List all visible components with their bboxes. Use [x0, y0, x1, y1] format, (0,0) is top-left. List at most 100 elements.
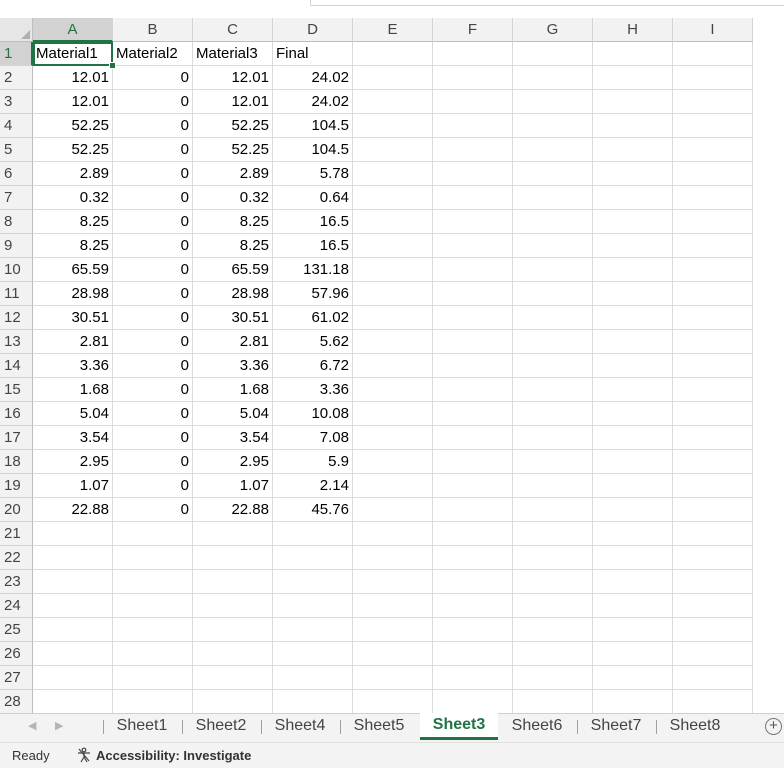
sheet-tab-sheet3[interactable]: Sheet3 — [420, 713, 498, 740]
cell-H24[interactable] — [593, 594, 673, 618]
cell-G6[interactable] — [513, 162, 593, 186]
cell-H19[interactable] — [593, 474, 673, 498]
cell-I20[interactable] — [673, 498, 753, 522]
cell-D7[interactable]: 0.64 — [273, 186, 353, 210]
cell-I19[interactable] — [673, 474, 753, 498]
cell-F16[interactable] — [433, 402, 513, 426]
cell-C23[interactable] — [193, 570, 273, 594]
row-header-6[interactable]: 6 — [0, 162, 33, 186]
cell-E10[interactable] — [353, 258, 433, 282]
cell-F14[interactable] — [433, 354, 513, 378]
cell-F17[interactable] — [433, 426, 513, 450]
row-header-7[interactable]: 7 — [0, 186, 33, 210]
cell-H12[interactable] — [593, 306, 673, 330]
cell-E20[interactable] — [353, 498, 433, 522]
cell-A11[interactable]: 28.98 — [33, 282, 113, 306]
cell-B19[interactable]: 0 — [113, 474, 193, 498]
cell-C27[interactable] — [193, 666, 273, 690]
cell-D4[interactable]: 104.5 — [273, 114, 353, 138]
cell-C8[interactable]: 8.25 — [193, 210, 273, 234]
sheet-tab-sheet5[interactable]: Sheet5 — [340, 714, 418, 740]
cell-H14[interactable] — [593, 354, 673, 378]
cell-B12[interactable]: 0 — [113, 306, 193, 330]
cell-E23[interactable] — [353, 570, 433, 594]
cell-H20[interactable] — [593, 498, 673, 522]
cell-C6[interactable]: 2.89 — [193, 162, 273, 186]
cell-H21[interactable] — [593, 522, 673, 546]
cell-E7[interactable] — [353, 186, 433, 210]
cell-H15[interactable] — [593, 378, 673, 402]
cell-H1[interactable] — [593, 42, 673, 66]
cell-E26[interactable] — [353, 642, 433, 666]
cell-B9[interactable]: 0 — [113, 234, 193, 258]
cell-F27[interactable] — [433, 666, 513, 690]
row-header-21[interactable]: 21 — [0, 522, 33, 546]
cell-A24[interactable] — [33, 594, 113, 618]
cell-G25[interactable] — [513, 618, 593, 642]
row-header-12[interactable]: 12 — [0, 306, 33, 330]
cell-H13[interactable] — [593, 330, 673, 354]
cell-A3[interactable]: 12.01 — [33, 90, 113, 114]
cell-B13[interactable]: 0 — [113, 330, 193, 354]
cell-I25[interactable] — [673, 618, 753, 642]
cell-I21[interactable] — [673, 522, 753, 546]
row-header-13[interactable]: 13 — [0, 330, 33, 354]
column-header-g[interactable]: G — [513, 18, 593, 42]
cell-I7[interactable] — [673, 186, 753, 210]
row-header-20[interactable]: 20 — [0, 498, 33, 522]
cell-G7[interactable] — [513, 186, 593, 210]
cell-D10[interactable]: 131.18 — [273, 258, 353, 282]
cell-C20[interactable]: 22.88 — [193, 498, 273, 522]
cell-A8[interactable]: 8.25 — [33, 210, 113, 234]
cell-C2[interactable]: 12.01 — [193, 66, 273, 90]
cell-I18[interactable] — [673, 450, 753, 474]
cell-E27[interactable] — [353, 666, 433, 690]
cell-D21[interactable] — [273, 522, 353, 546]
cell-G4[interactable] — [513, 114, 593, 138]
cell-A22[interactable] — [33, 546, 113, 570]
cell-D11[interactable]: 57.96 — [273, 282, 353, 306]
cell-E17[interactable] — [353, 426, 433, 450]
cell-H8[interactable] — [593, 210, 673, 234]
cell-A16[interactable]: 5.04 — [33, 402, 113, 426]
cell-F15[interactable] — [433, 378, 513, 402]
cell-D28[interactable] — [273, 690, 353, 714]
cell-F3[interactable] — [433, 90, 513, 114]
cell-C17[interactable]: 3.54 — [193, 426, 273, 450]
cell-C16[interactable]: 5.04 — [193, 402, 273, 426]
cell-G17[interactable] — [513, 426, 593, 450]
cell-C19[interactable]: 1.07 — [193, 474, 273, 498]
cell-D24[interactable] — [273, 594, 353, 618]
cell-A21[interactable] — [33, 522, 113, 546]
cell-E22[interactable] — [353, 546, 433, 570]
cell-C12[interactable]: 30.51 — [193, 306, 273, 330]
cell-E16[interactable] — [353, 402, 433, 426]
row-header-3[interactable]: 3 — [0, 90, 33, 114]
cell-F28[interactable] — [433, 690, 513, 714]
row-header-11[interactable]: 11 — [0, 282, 33, 306]
cell-C7[interactable]: 0.32 — [193, 186, 273, 210]
cell-I6[interactable] — [673, 162, 753, 186]
column-header-h[interactable]: H — [593, 18, 673, 42]
cell-A10[interactable]: 65.59 — [33, 258, 113, 282]
cell-D13[interactable]: 5.62 — [273, 330, 353, 354]
cell-H9[interactable] — [593, 234, 673, 258]
cell-F25[interactable] — [433, 618, 513, 642]
cell-I16[interactable] — [673, 402, 753, 426]
cell-B16[interactable]: 0 — [113, 402, 193, 426]
row-header-18[interactable]: 18 — [0, 450, 33, 474]
cell-B22[interactable] — [113, 546, 193, 570]
cell-E28[interactable] — [353, 690, 433, 714]
cell-E2[interactable] — [353, 66, 433, 90]
cell-B26[interactable] — [113, 642, 193, 666]
cell-I10[interactable] — [673, 258, 753, 282]
scroll-tabs-left-icon[interactable]: ◀ — [28, 719, 36, 732]
cell-G18[interactable] — [513, 450, 593, 474]
cell-G24[interactable] — [513, 594, 593, 618]
sheet-tab-sheet4[interactable]: Sheet4 — [261, 714, 339, 740]
cell-H3[interactable] — [593, 90, 673, 114]
cell-F21[interactable] — [433, 522, 513, 546]
column-header-e[interactable]: E — [353, 18, 433, 42]
cell-A12[interactable]: 30.51 — [33, 306, 113, 330]
cell-G27[interactable] — [513, 666, 593, 690]
